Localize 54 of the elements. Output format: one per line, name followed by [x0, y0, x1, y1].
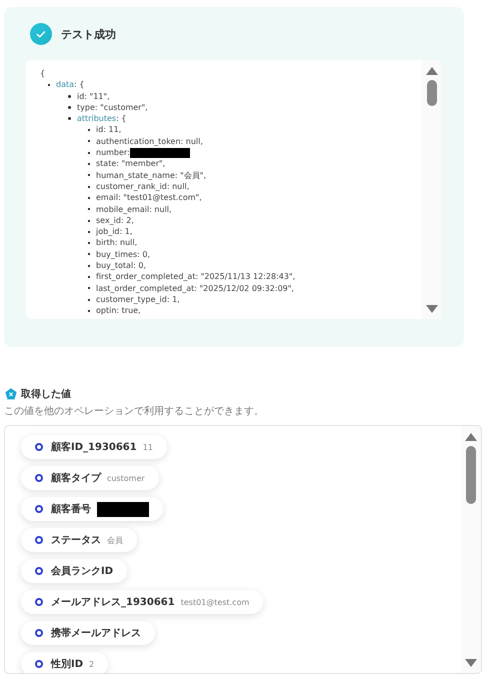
code-text: number: [96, 147, 130, 158]
code-text: customer_rank_id: null, [96, 180, 190, 192]
ring-icon [35, 660, 43, 668]
code-text: { [40, 68, 46, 80]
scroll-up-icon[interactable] [426, 66, 438, 75]
code-text: email: "test01@test.com", [96, 192, 202, 204]
value-chip[interactable]: メールアドレス_1930661 test01@test.com [21, 590, 264, 614]
code-text: buy_total: 0, [96, 260, 146, 272]
result-title: テスト成功 [61, 26, 116, 42]
code-text: optin: true, [96, 305, 141, 317]
scroll-thumb[interactable] [466, 446, 476, 504]
scroll-thumb[interactable] [427, 80, 437, 106]
value-chip[interactable]: 会員ランクID [21, 559, 128, 583]
code-text: authentication_token: null, [96, 136, 203, 148]
code-text: state: "member", [96, 158, 166, 170]
value-chip[interactable]: 顧客ID_1930661 11 [21, 435, 167, 459]
code-text: id: "11", [77, 90, 110, 102]
code-text: job_id: 1, [96, 226, 132, 238]
ring-icon [35, 629, 43, 637]
code-text: buy_times: 0, [96, 248, 150, 260]
ring-icon [35, 598, 43, 606]
ring-icon [35, 505, 43, 513]
code-text: data: { [56, 79, 84, 91]
section-description: この値を他のオペレーションで利用することができます。 [4, 404, 265, 418]
code-text: attributes: { [77, 113, 126, 124]
scroll-up-icon[interactable] [465, 432, 477, 441]
bullet-icon [68, 117, 71, 120]
ring-icon [35, 443, 43, 451]
code-text: sex_id: 2, [96, 214, 134, 226]
value-chip[interactable]: 性別ID 2 [21, 652, 108, 673]
bullet-icon [68, 94, 71, 98]
code-text: birth: null, [96, 237, 138, 249]
ring-icon [35, 474, 43, 482]
value-chip[interactable]: 携帯メールアドレス [21, 621, 155, 645]
code-text: last_order_completed_at: "2025/12/02 09:32:09", [96, 282, 294, 294]
scrollbar[interactable] [422, 60, 442, 319]
scrollbar[interactable] [461, 426, 481, 673]
code-text: id: 11, [96, 124, 122, 136]
code-text: mobile_email: null, [96, 204, 172, 215]
ring-icon [35, 567, 43, 575]
scroll-down-icon[interactable] [465, 659, 477, 668]
value-chip[interactable]: ステータス 会員 [21, 528, 137, 552]
ring-icon [35, 536, 43, 544]
code-text: first_order_completed_at: "2025/11/13 12:28:43", [96, 271, 296, 283]
variable-icon [5, 388, 17, 400]
check-icon [30, 23, 52, 45]
value-chip[interactable]: 顧客番号 [21, 497, 163, 521]
code-text: type: "customer", [77, 102, 148, 114]
bullet-icon [68, 106, 71, 110]
value-chip[interactable]: 顧客タイプ customer [21, 466, 159, 490]
scroll-down-icon[interactable] [426, 305, 438, 314]
code-text: human_state_name: "会員", [96, 170, 206, 181]
code-text: customer_type_id: 1, [96, 294, 180, 306]
section-title: 取得した値 [21, 388, 71, 401]
